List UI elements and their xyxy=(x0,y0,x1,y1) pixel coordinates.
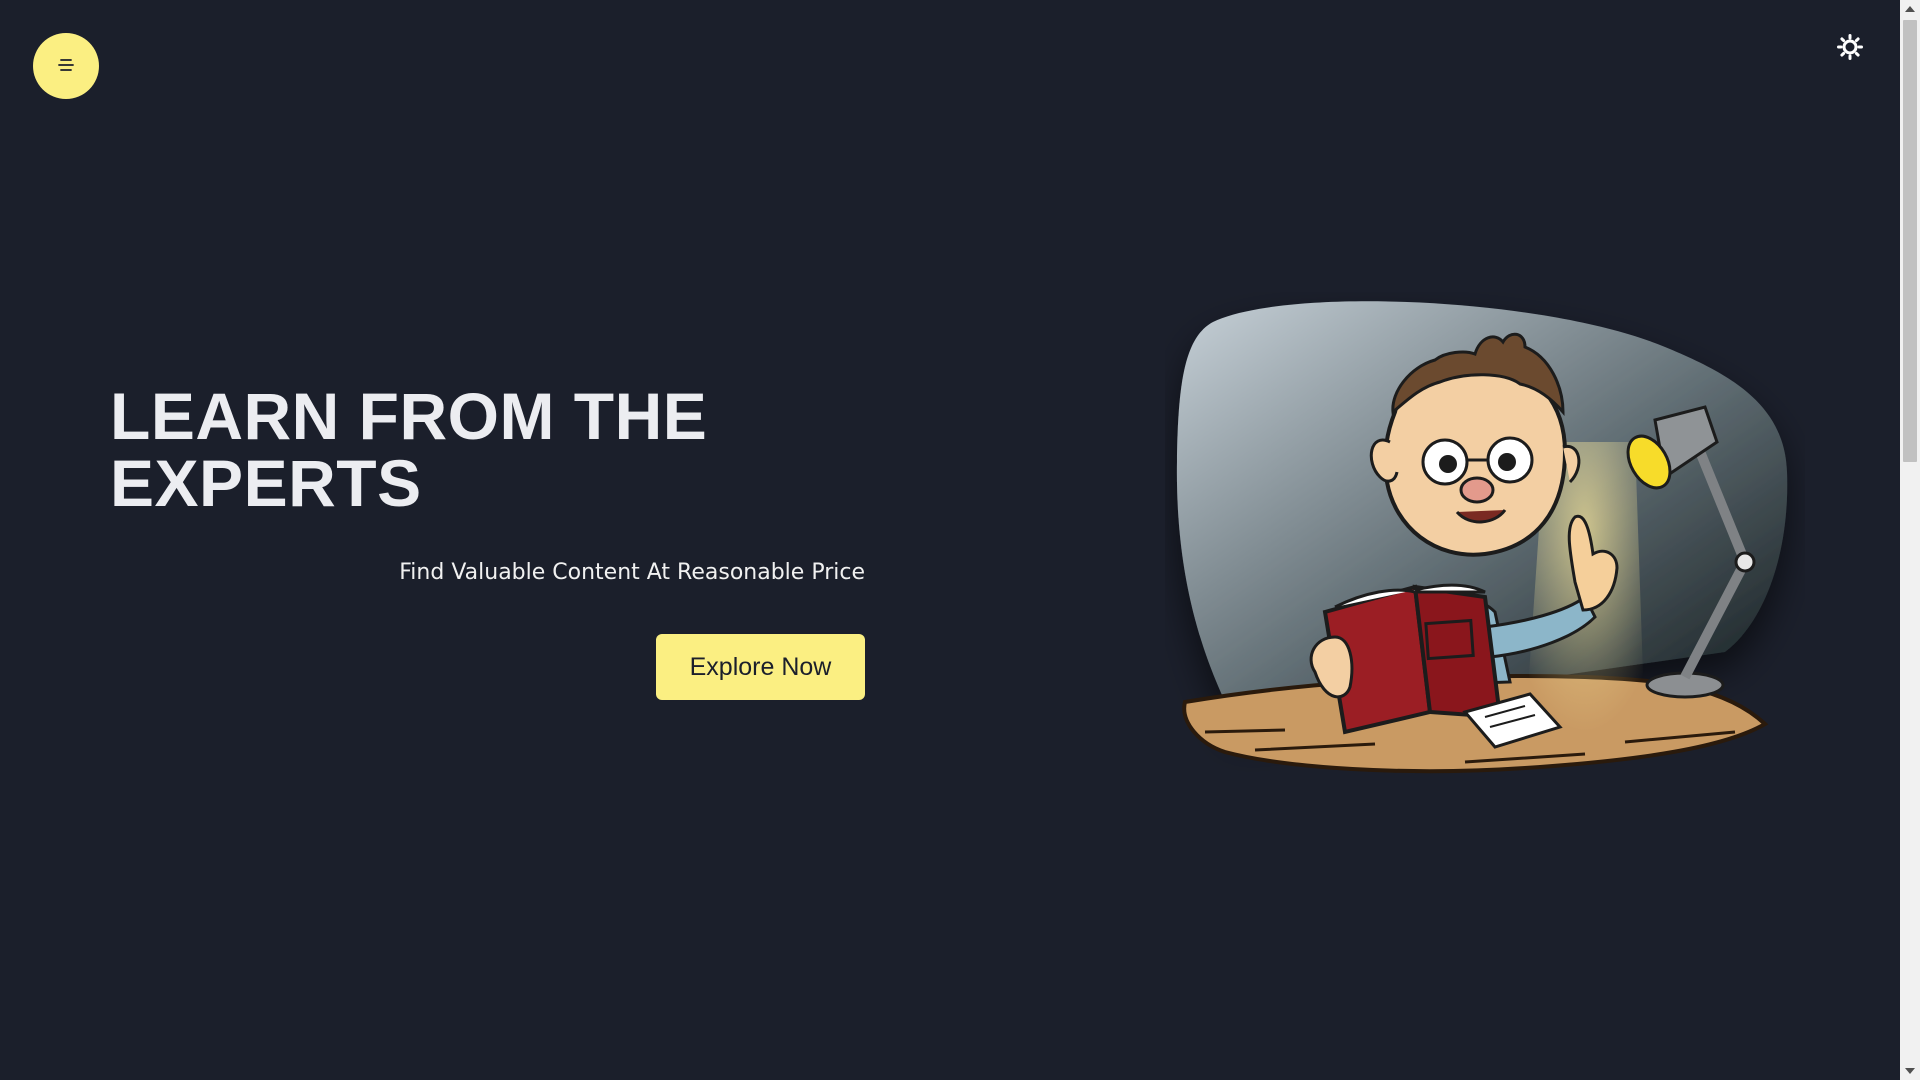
menu-button[interactable] xyxy=(33,33,99,99)
scroll-thumb[interactable] xyxy=(1903,20,1917,462)
hero-title-line-1: LEARN FROM THE xyxy=(110,379,708,453)
theme-toggle-button[interactable] xyxy=(1835,34,1865,64)
explore-now-button[interactable]: Explore Now xyxy=(656,634,865,700)
scroll-down-arrow-icon[interactable] xyxy=(1905,1068,1915,1074)
sun-icon xyxy=(1837,34,1863,64)
scroll-up-arrow-icon[interactable] xyxy=(1905,6,1915,12)
menu-icon xyxy=(58,57,74,76)
hero-subtitle: Find Valuable Content At Reasonable Pric… xyxy=(399,560,865,585)
page-scrollbar[interactable] xyxy=(1900,0,1920,1080)
landing-page: LEARN FROM THE EXPERTS Find Valuable Con… xyxy=(0,0,1920,1080)
hero-illustration xyxy=(1176,301,1788,774)
hero-title-line-2: EXPERTS xyxy=(110,446,422,520)
hero-title: LEARN FROM THE EXPERTS xyxy=(110,383,707,517)
